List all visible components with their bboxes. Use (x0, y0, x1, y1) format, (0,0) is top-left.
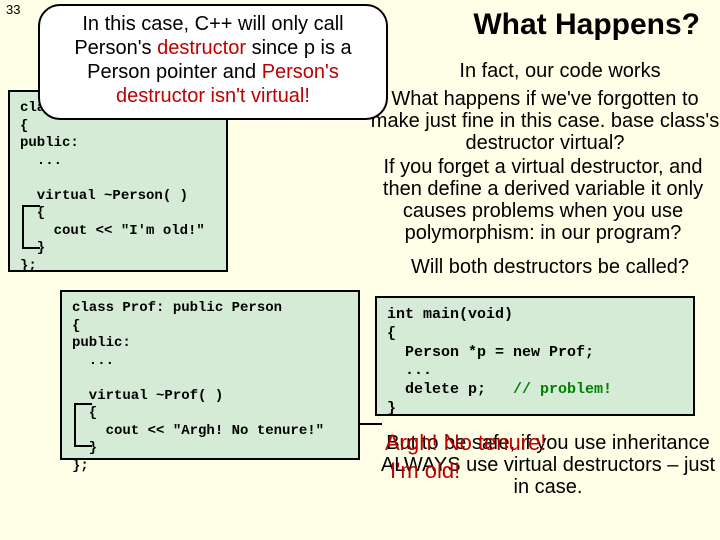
callout-line1: In this case, C++ will only call (82, 13, 343, 35)
arrow-person-h2 (22, 247, 40, 249)
main-l3: Person *p = new Prof; (387, 344, 594, 361)
note-forgotten: What happens if we've forgotten to make … (370, 88, 720, 154)
main-l1: int main(void) (387, 306, 513, 323)
slide-heading: What Happens? (473, 8, 700, 42)
callout-l4: destructor isn't virtual! (116, 85, 310, 107)
callout-l2a: Person's (74, 37, 157, 59)
main-l6: } (387, 400, 396, 417)
callout-l3b: Person's (262, 61, 339, 83)
callout-l2b: destructor (157, 37, 246, 59)
note-works: In fact, our code works (410, 60, 710, 82)
main-l2: { (387, 325, 396, 342)
note-both-called: Will both destructors be called? (380, 256, 720, 278)
note-polymorphism: If you forget a virtual destructor, and … (363, 156, 720, 244)
arrow-prof-v (74, 403, 76, 445)
callout-l3a: Person pointer and (87, 61, 262, 83)
callout-bubble: In this case, C++ will only call Person'… (38, 4, 388, 120)
slide-number: 33 (6, 2, 20, 17)
arrow-prof-h1 (74, 403, 92, 405)
output-old: I'm old! (390, 458, 460, 484)
code-prof: class Prof: public Person { public: ... … (60, 290, 360, 460)
arrow-person-v (22, 205, 24, 247)
callout-l2c: since p is a (246, 37, 352, 59)
main-l4: ... (387, 362, 432, 379)
main-l5a: delete p; (387, 381, 513, 398)
arrow-prof-h2 (74, 445, 92, 447)
main-l5b: // problem! (513, 381, 612, 398)
arrow-person-h1 (22, 205, 40, 207)
output-argh: Argh! No tenure! (385, 430, 546, 456)
connector-prof-out (358, 423, 382, 425)
code-main: int main(void) { Person *p = new Prof; .… (375, 296, 695, 416)
